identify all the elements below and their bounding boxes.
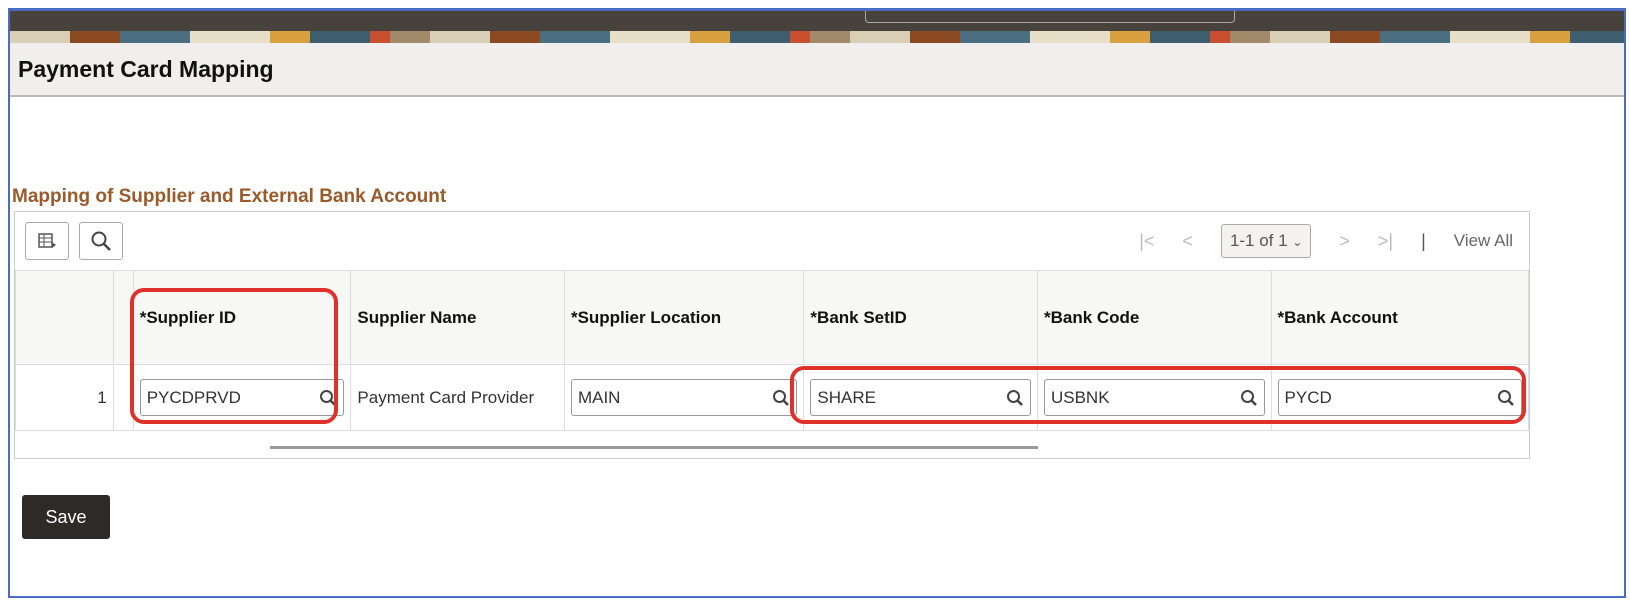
col-bank-account: *Bank Account: [1270, 270, 1530, 365]
last-page-icon[interactable]: >|: [1378, 231, 1393, 252]
row-number: 1: [15, 364, 114, 431]
chevron-down-icon: ⌄: [1292, 235, 1303, 249]
view-all-link[interactable]: View All: [1454, 231, 1513, 251]
prev-page-icon[interactable]: <: [1182, 231, 1193, 252]
top-banner: [10, 11, 1624, 31]
supplier-location-input[interactable]: MAIN: [570, 379, 798, 416]
divider: |: [1421, 230, 1426, 251]
save-button[interactable]: Save: [22, 495, 110, 539]
pager: |< < 1-1 of 1 ⌄ > >| | View All: [1139, 222, 1513, 260]
supplier-name: Payment Card Provider: [350, 364, 565, 431]
search-icon: [91, 231, 111, 251]
col-bank-code: *Bank Code: [1036, 270, 1272, 365]
highlight-supplier-id: [130, 288, 338, 424]
lookup-icon[interactable]: [772, 389, 790, 407]
global-search[interactable]: [865, 11, 1235, 23]
find-button[interactable]: [79, 222, 123, 260]
personalize-grid-button[interactable]: [25, 222, 69, 260]
page-title: Payment Card Mapping: [18, 56, 274, 82]
rownum-header: [15, 270, 114, 365]
next-page-icon[interactable]: >: [1339, 231, 1350, 252]
supplier-location-value: MAIN: [577, 387, 621, 407]
horizontal-scrollbar[interactable]: [15, 430, 1529, 460]
first-page-icon[interactable]: |<: [1139, 231, 1154, 252]
col-bank-setid: *Bank SetID: [803, 270, 1038, 365]
decorative-band: [10, 31, 1624, 43]
row-range-label: 1-1 of 1: [1229, 231, 1288, 250]
grid-settings-icon: [38, 233, 56, 248]
col-supplier-name: Supplier Name: [350, 270, 565, 365]
page-header: Payment Card Mapping: [10, 43, 1624, 97]
highlight-bank-fields: [790, 366, 1526, 424]
row-range-select[interactable]: 1-1 of 1 ⌄: [1220, 224, 1312, 258]
section-title: Mapping of Supplier and External Bank Ac…: [12, 186, 447, 207]
scrollbar-thumb[interactable]: [270, 446, 1038, 449]
col-supplier-location: *Supplier Location: [563, 270, 805, 365]
app-window: Payment Card Mapping Mapping of Supplier…: [8, 8, 1626, 598]
